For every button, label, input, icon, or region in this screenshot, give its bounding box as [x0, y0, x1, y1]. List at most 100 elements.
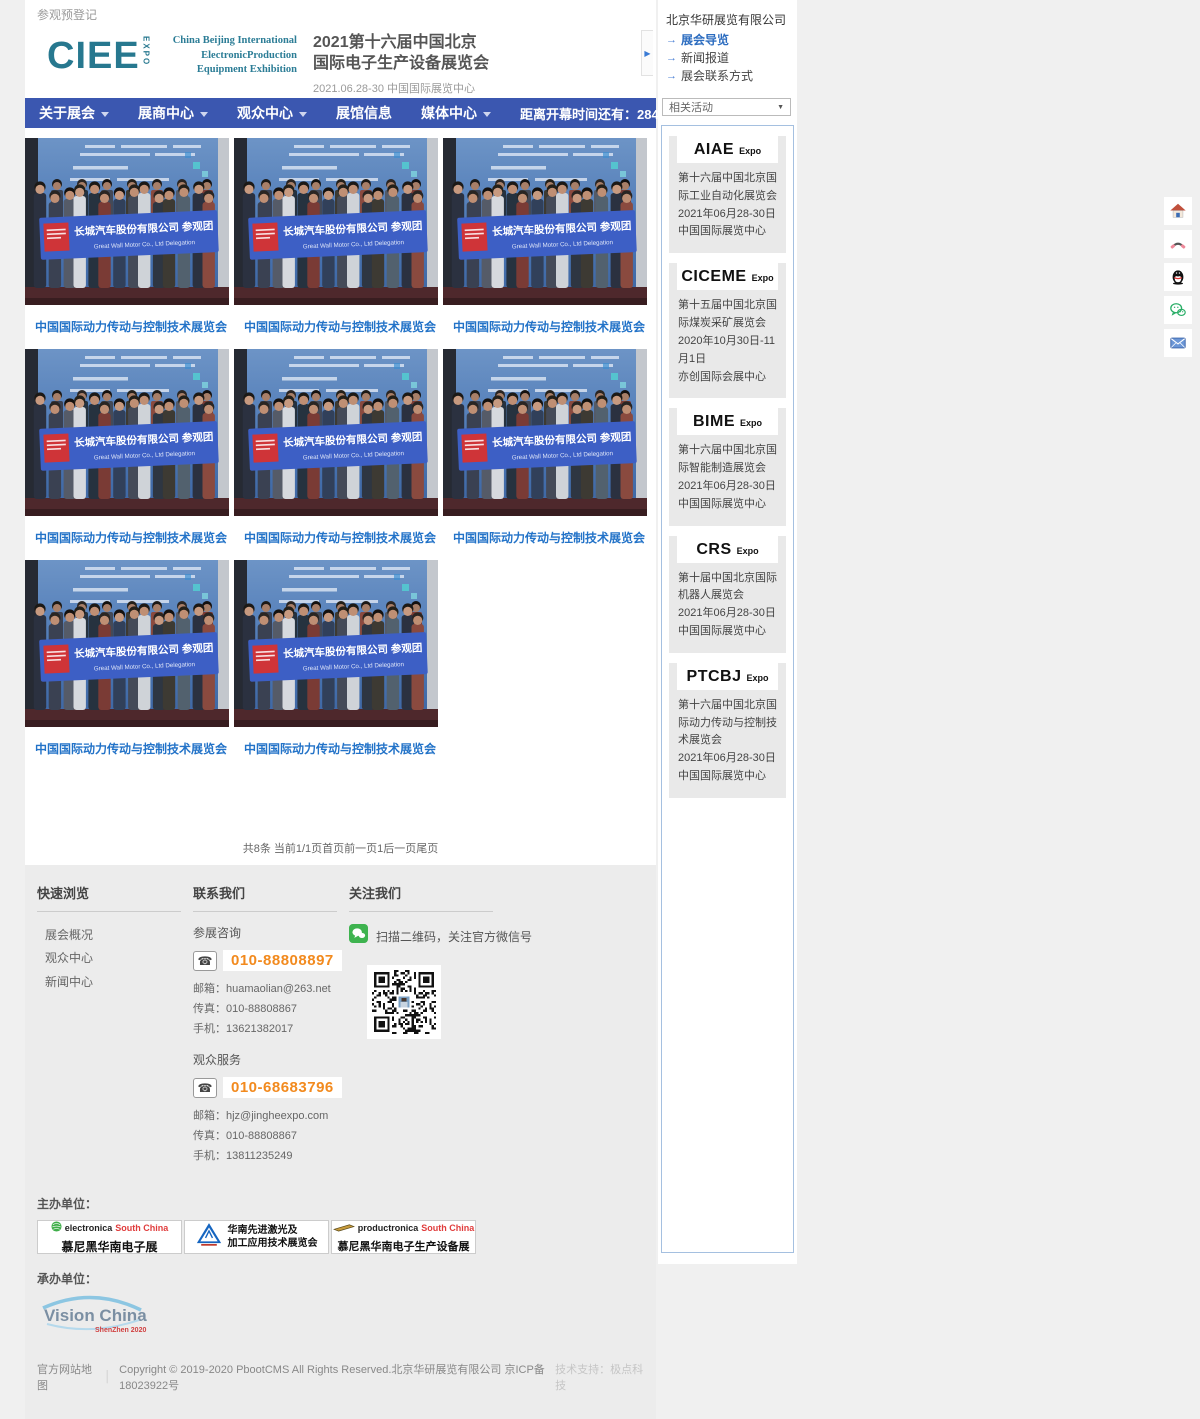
arrow-right-icon: → — [666, 50, 677, 66]
logo-vision-china[interactable]: Vision China ShenZhen 2020 — [37, 1294, 147, 1341]
arrow-right-icon: → — [666, 68, 677, 84]
nav-item[interactable]: 关于展会 — [39, 103, 109, 123]
date-venue: 2021.06.28-30 中国国际展览中心 — [313, 80, 489, 96]
chevron-down-icon — [101, 112, 109, 117]
footer-quick-link[interactable]: 展会概况 — [37, 924, 193, 947]
gallery-item[interactable]: 长城汽车股份有限公司 参观团 Great Wall Motor Co., Ltd… — [25, 560, 229, 764]
qq-icon[interactable] — [1164, 263, 1192, 291]
sidebar-link[interactable]: → 展会联系方式 — [658, 67, 797, 85]
footer-follow: 关注我们 扫描二维码，关注官方微信号 — [349, 883, 644, 1179]
footer-quick-link[interactable]: 新闻中心 — [37, 971, 193, 994]
wechat-icon — [349, 924, 368, 948]
pagination[interactable]: 共8条 当前1/1页首页前一页1后一页尾页 — [25, 840, 656, 856]
gallery-caption[interactable]: 中国国际动力传动与控制技术展览会 — [25, 305, 229, 342]
exhibition-photo: 长城汽车股份有限公司 参观团 Great Wall Motor Co., Ltd… — [25, 560, 229, 727]
sidebar-link[interactable]: → 新闻报道 — [658, 49, 797, 67]
gallery-item[interactable]: 长城汽车股份有限公司 参观团 Great Wall Motor Co., Ltd… — [234, 138, 438, 342]
copyright-bar: 官方网站地图 │ Copyright © 2019-2020 PbootCMS … — [37, 1361, 644, 1393]
expo-card[interactable]: AIAEExpo 第十六届中国北京国际工业自动化展览会 2021年06月28-3… — [669, 136, 786, 253]
sitemap-link[interactable]: 官方网站地图 — [37, 1361, 96, 1393]
logo-laser-south-china[interactable]: 华南先进激光及 加工应用技术展览会 — [184, 1220, 329, 1254]
electronica-globe-icon — [51, 1220, 62, 1237]
footer-contact: 联系我们 参展咨询 ☎ 010-88808897 邮箱：huamaolian@2… — [193, 883, 349, 1179]
footer-quick-link[interactable]: 观众中心 — [37, 947, 193, 970]
nav-item[interactable]: 展商中心 — [138, 103, 208, 123]
expo-description: 第十六届中国北京国际智能制造展览会 — [669, 442, 786, 478]
sidebar-link[interactable]: → 展会导览 — [658, 31, 797, 49]
expo-venue: 中国国际展览中心 — [669, 496, 786, 522]
gallery-caption[interactable]: 中国国际动力传动与控制技术展览会 — [234, 727, 438, 764]
expo-date: 2021年06月28-30日 — [669, 206, 786, 224]
chevron-right-icon: ▶ — [644, 49, 650, 58]
expo-title: CICEMEExpo — [677, 263, 778, 290]
logo-acronym: CIEE — [47, 37, 140, 75]
gallery-item[interactable]: 长城汽车股份有限公司 参观团 Great Wall Motor Co., Ltd… — [234, 560, 438, 764]
expo-date: 2020年10月30日-11月1日 — [669, 333, 786, 369]
gallery-item[interactable]: 长城汽车股份有限公司 参观团 Great Wall Motor Co., Ltd… — [443, 349, 647, 553]
photo-gallery: 长城汽车股份有限公司 参观团 Great Wall Motor Co., Ltd… — [25, 128, 656, 764]
nav-item[interactable]: 展馆信息 — [336, 103, 392, 123]
delegation-banner: 长城汽车股份有限公司 参观团 Great Wall Motor Co., Ltd… — [39, 421, 219, 471]
follow-tip: 扫描二维码，关注官方微信号 — [376, 928, 532, 945]
delegation-banner: 长城汽车股份有限公司 参观团 Great Wall Motor Co., Ltd… — [248, 632, 428, 682]
expo-card[interactable]: CRSExpo 第十届中国北京国际机器人展览会 2021年06月28-30日 中… — [669, 536, 786, 653]
exhibition-title: 2021第十六届中国北京 国际电子生产设备展览会 2021.06.28-30 中… — [313, 33, 489, 96]
undertaker-label: 承办单位： — [37, 1270, 644, 1287]
home-icon[interactable] — [1164, 197, 1192, 225]
expo-card[interactable]: PTCBJExpo 第十六届中国北京国际动力传动与控制技术展览会 2021年06… — [669, 663, 786, 798]
gallery-caption[interactable]: 中国国际动力传动与控制技术展览会 — [25, 516, 229, 553]
delegation-banner: 长城汽车股份有限公司 参观团 Great Wall Motor Co., Ltd… — [248, 421, 428, 471]
gallery-caption[interactable]: 中国国际动力传动与控制技术展览会 — [25, 727, 229, 764]
gallery-caption[interactable]: 中国国际动力传动与控制技术展览会 — [234, 516, 438, 553]
wechat-icon[interactable] — [1164, 296, 1192, 324]
expo-description: 第十届中国北京国际机器人展览会 — [669, 570, 786, 606]
floating-toolbar — [1164, 197, 1192, 362]
delegation-banner: 长城汽车股份有限公司 参观团 Great Wall Motor Co., Ltd… — [457, 421, 637, 471]
chevron-down-icon: ▼ — [777, 104, 784, 111]
exhibition-photo: 长城汽车股份有限公司 参观团 Great Wall Motor Co., Ltd… — [234, 560, 438, 727]
laser-triangle-icon — [196, 1222, 222, 1251]
expo-date: 2021年06月28-30日 — [669, 750, 786, 768]
expo-venue: 中国国际展览中心 — [669, 223, 786, 249]
phone-icon[interactable] — [1164, 230, 1192, 258]
pre-register-link[interactable]: 参观预登记 — [25, 0, 656, 28]
exhibition-photo: 长城汽车股份有限公司 参观团 Great Wall Motor Co., Ltd… — [25, 138, 229, 305]
exhibition-photo: 长城汽车股份有限公司 参观团 Great Wall Motor Co., Ltd… — [443, 349, 647, 516]
gallery-item[interactable]: 长城汽车股份有限公司 参观团 Great Wall Motor Co., Ltd… — [443, 138, 647, 342]
exhibition-photo: 长城汽车股份有限公司 参观团 Great Wall Motor Co., Ltd… — [234, 349, 438, 516]
productronica-brush-icon — [333, 1220, 355, 1238]
nav-item[interactable]: 观众中心 — [237, 103, 307, 123]
gallery-caption[interactable]: 中国国际动力传动与控制技术展览会 — [443, 516, 647, 553]
related-expos-panel: AIAEExpo 第十六届中国北京国际工业自动化展览会 2021年06月28-3… — [661, 125, 794, 1253]
copyright-text: Copyright © 2019-2020 PbootCMS All Right… — [119, 1361, 555, 1393]
site-logo: CIEE EXPO China Beijing International El… — [47, 34, 297, 78]
contact-mobile: 手机：13811235249 — [193, 1147, 349, 1167]
logo-productronica-south-china[interactable]: productronica South China 慕尼黑华南电子生产设备展 — [331, 1220, 476, 1254]
logo-english-text: China Beijing International ElectronicPr… — [173, 34, 297, 78]
phone-icon: ☎ — [193, 1078, 217, 1098]
chevron-down-icon — [200, 112, 208, 117]
contact-email: 邮箱：hjz@jingheexpo.com — [193, 1107, 349, 1127]
gallery-item[interactable]: 长城汽车股份有限公司 参观团 Great Wall Motor Co., Ltd… — [25, 349, 229, 553]
expo-date: 2021年06月28-30日 — [669, 605, 786, 623]
logo-electronica-south-china[interactable]: electronica South China 慕尼黑华南电子展 — [37, 1220, 182, 1254]
exhibition-photo: 长城汽车股份有限公司 参观团 Great Wall Motor Co., Ltd… — [25, 349, 229, 516]
svg-text:ShenZhen 2020: ShenZhen 2020 — [95, 1327, 146, 1334]
expo-card[interactable]: CICEMEExpo 第十五届中国北京国际煤炭采矿展览会 2020年10月30日… — [669, 263, 786, 398]
mail-icon[interactable] — [1164, 329, 1192, 357]
expo-card[interactable]: BIMEExpo 第十六届中国北京国际智能制造展览会 2021年06月28-30… — [669, 408, 786, 525]
related-activities-select[interactable]: 相关活动 ▼ — [662, 98, 791, 116]
gallery-caption[interactable]: 中国国际动力传动与控制技术展览会 — [234, 305, 438, 342]
chevron-down-icon — [483, 112, 491, 117]
exhibition-photo: 长城汽车股份有限公司 参观团 Great Wall Motor Co., Ltd… — [443, 138, 647, 305]
gallery-item[interactable]: 长城汽车股份有限公司 参观团 Great Wall Motor Co., Ltd… — [234, 349, 438, 553]
organizer-logos: electronica South China 慕尼黑华南电子展 华南先进激光及… — [37, 1220, 644, 1254]
gallery-item[interactable]: 长城汽车股份有限公司 参观团 Great Wall Motor Co., Ltd… — [25, 138, 229, 342]
nav-item[interactable]: 媒体中心 — [421, 103, 491, 123]
sidebar-toggle-ribbon[interactable]: ▶ — [641, 30, 653, 76]
contact-mobile: 手机：13621382017 — [193, 1020, 349, 1040]
gallery-caption[interactable]: 中国国际动力传动与控制技术展览会 — [443, 305, 647, 342]
contact-section: 参展咨询 ☎ 010-88808897 邮箱：huamaolian@263.ne… — [193, 924, 349, 1039]
site-header: CIEE EXPO China Beijing International El… — [25, 28, 656, 98]
delegation-banner: 长城汽车股份有限公司 参观团 Great Wall Motor Co., Ltd… — [39, 210, 219, 260]
